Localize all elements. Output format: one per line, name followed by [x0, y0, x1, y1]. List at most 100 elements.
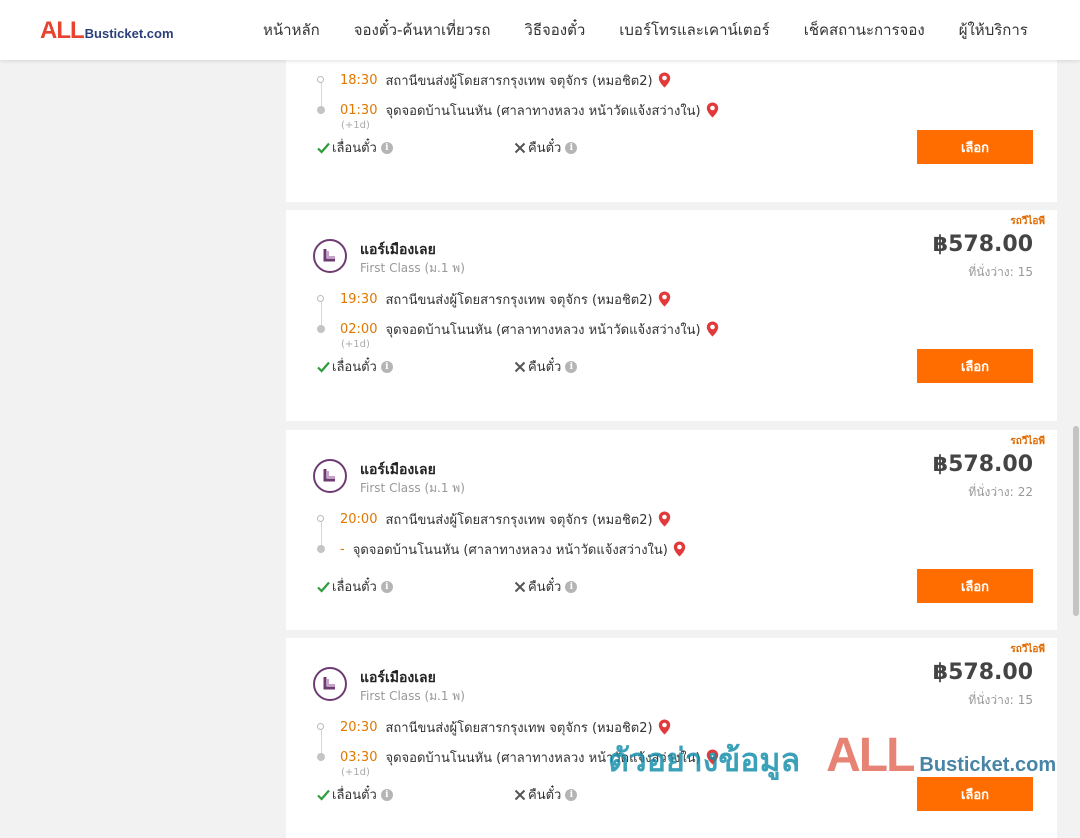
arrival-place: จุดจอดบ้านโนนหัน (ศาลาทางหลวง หน้าวัดแจ้…: [352, 542, 668, 558]
arrival-dot: [317, 753, 325, 761]
departure-row: 18:30 สถานีขนส่งผู้โดยสารกรุงเทพ จตุจักร …: [340, 70, 671, 90]
select-trip-button[interactable]: เลือก: [917, 777, 1033, 811]
cross-icon: [514, 361, 526, 373]
select-trip-button[interactable]: เลือก: [917, 130, 1033, 164]
departure-row: 19:30 สถานีขนส่งผู้โดยสารกรุงเทพ จตุจักร …: [340, 289, 671, 309]
seats-label: ที่นั่งว่าง:: [968, 265, 1014, 279]
refund-label: คืนตั๋ว: [528, 141, 562, 156]
logo-busticket-text: Busticket.com: [84, 26, 174, 41]
refund-label: คืนตั๋ว: [528, 360, 562, 375]
refund-option: คืนตั๋ว i: [514, 784, 578, 805]
nav-home[interactable]: หน้าหลัก: [246, 18, 337, 42]
departure-dot: [317, 515, 324, 522]
map-pin-icon[interactable]: [706, 749, 719, 765]
next-day-note: (+1d): [341, 339, 370, 350]
bus-class: First Class (ม.1 พ): [360, 689, 465, 703]
info-icon[interactable]: i: [380, 788, 393, 801]
info-icon[interactable]: i: [565, 580, 578, 593]
departure-row: 20:30 สถานีขนส่งผู้โดยสารกรุงเทพ จตุจักร …: [340, 717, 671, 737]
check-icon: [317, 789, 330, 801]
info-icon[interactable]: i: [380, 360, 393, 373]
nav-check-status[interactable]: เช็คสถานะการจอง: [787, 18, 942, 42]
scrollbar-track[interactable]: [1072, 60, 1080, 800]
operator-name: แอร์เมืองเลย: [360, 462, 436, 478]
select-trip-button[interactable]: เลือก: [917, 349, 1033, 383]
ticket-price: ฿578.00: [932, 660, 1033, 685]
seats-count: 22: [1017, 485, 1033, 499]
reschedule-option: เลื่อนตั๋ว i: [317, 137, 393, 158]
nav-phone-counter[interactable]: เบอร์โทรและเคาน์เตอร์: [602, 18, 786, 42]
map-pin-icon[interactable]: [658, 291, 671, 307]
arrival-time: 02:00: [340, 321, 378, 337]
cross-icon: [514, 142, 526, 154]
seats-label: ที่นั่งว่าง:: [968, 693, 1014, 707]
refund-label: คืนตั๋ว: [528, 580, 562, 595]
vip-badge: รถวีไอพี: [1010, 436, 1045, 447]
departure-place: สถานีขนส่งผู้โดยสารกรุงเทพ จตุจักร (หมอช…: [385, 512, 653, 528]
reschedule-option: เลื่อนตั๋ว i: [317, 356, 393, 377]
departure-place: สถานีขนส่งผู้โดยสารกรุงเทพ จตุจักร (หมอช…: [385, 292, 653, 308]
arrival-dot: [317, 325, 325, 333]
site-logo[interactable]: ALL Busticket.com: [40, 17, 174, 45]
arrival-place: จุดจอดบ้านโนนหัน (ศาลาทางหลวง หน้าวัดแจ้…: [385, 322, 701, 338]
arrival-dot: [317, 106, 325, 114]
refund-option: คืนตั๋ว i: [514, 356, 578, 377]
arrival-row: - จุดจอดบ้านโนนหัน (ศาลาทางหลวง หน้าวัดแจ…: [340, 539, 686, 559]
arrival-row: 01:30 จุดจอดบ้านโนนหัน (ศาลาทางหลวง หน้าว…: [340, 100, 719, 120]
trip-card: รถวีไอพี แอร์เมืองเลย First Class (ม.1 พ) ฿…: [286, 430, 1057, 630]
trip-card: รถวีไอพี แอร์เมืองเลย First Class (ม.1 พ) ฿…: [286, 210, 1057, 421]
map-pin-icon[interactable]: [658, 719, 671, 735]
operator-logo: [313, 667, 347, 701]
info-icon[interactable]: i: [565, 788, 578, 801]
reschedule-label: เลื่อนตั๋ว: [332, 788, 377, 803]
reschedule-option: เลื่อนตั๋ว i: [317, 576, 393, 597]
departure-time: 20:30: [340, 719, 378, 735]
operator-logo: [313, 239, 347, 273]
select-trip-button[interactable]: เลือก: [917, 569, 1033, 603]
seats-available: ที่นั่งว่าง: 15: [968, 691, 1033, 710]
seats-label: ที่นั่งว่าง:: [968, 485, 1014, 499]
info-icon[interactable]: i: [380, 141, 393, 154]
nav-how-to-book[interactable]: วิธีจองตั๋ว: [507, 18, 602, 42]
scrollbar-thumb[interactable]: [1073, 426, 1079, 616]
arrival-row: 03:30 จุดจอดบ้านโนนหัน (ศาลาทางหลวง หน้าว…: [340, 747, 719, 767]
info-icon[interactable]: i: [565, 141, 578, 154]
arrival-time: 01:30: [340, 102, 378, 118]
logo-all-text: ALL: [40, 17, 85, 44]
cross-icon: [514, 789, 526, 801]
map-pin-icon[interactable]: [706, 321, 719, 337]
reschedule-option: เลื่อนตั๋ว i: [317, 784, 393, 805]
bus-class: First Class (ม.1 พ): [360, 261, 465, 275]
arrival-time: -: [340, 541, 345, 557]
seats-count: 15: [1017, 265, 1033, 279]
departure-place: สถานีขนส่งผู้โดยสารกรุงเทพ จตุจักร (หมอช…: [385, 73, 653, 89]
seats-available: ที่นั่งว่าง: 15: [968, 263, 1033, 282]
seats-count: 15: [1017, 693, 1033, 707]
reschedule-label: เลื่อนตั๋ว: [332, 141, 377, 156]
departure-dot: [317, 76, 324, 83]
info-icon[interactable]: i: [380, 580, 393, 593]
departure-time: 18:30: [340, 72, 378, 88]
reschedule-label: เลื่อนตั๋ว: [332, 360, 377, 375]
ticket-price: ฿578.00: [932, 452, 1033, 477]
check-icon: [317, 361, 330, 373]
refund-option: คืนตั๋ว i: [514, 137, 578, 158]
nav-operators[interactable]: ผู้ให้บริการ: [942, 18, 1045, 42]
departure-dot: [317, 295, 324, 302]
info-icon[interactable]: i: [565, 360, 578, 373]
departure-dot: [317, 723, 324, 730]
map-pin-icon[interactable]: [706, 102, 719, 118]
vip-badge: รถวีไอพี: [1010, 216, 1045, 227]
departure-place: สถานีขนส่งผู้โดยสารกรุงเทพ จตุจักร (หมอช…: [385, 720, 653, 736]
arrival-place: จุดจอดบ้านโนนหัน (ศาลาทางหลวง หน้าวัดแจ้…: [385, 103, 701, 119]
map-pin-icon[interactable]: [658, 511, 671, 527]
arrival-place: จุดจอดบ้านโนนหัน (ศาลาทางหลวง หน้าวัดแจ้…: [385, 750, 701, 766]
cross-icon: [514, 581, 526, 593]
map-pin-icon[interactable]: [658, 72, 671, 88]
next-day-note: (+1d): [341, 767, 370, 778]
nav-book-search[interactable]: จองตั๋ว-ค้นหาเที่ยวรถ: [337, 18, 508, 42]
map-pin-icon[interactable]: [673, 541, 686, 557]
departure-time: 19:30: [340, 291, 378, 307]
operator-name: แอร์เมืองเลย: [360, 670, 436, 686]
refund-option: คืนตั๋ว i: [514, 576, 578, 597]
